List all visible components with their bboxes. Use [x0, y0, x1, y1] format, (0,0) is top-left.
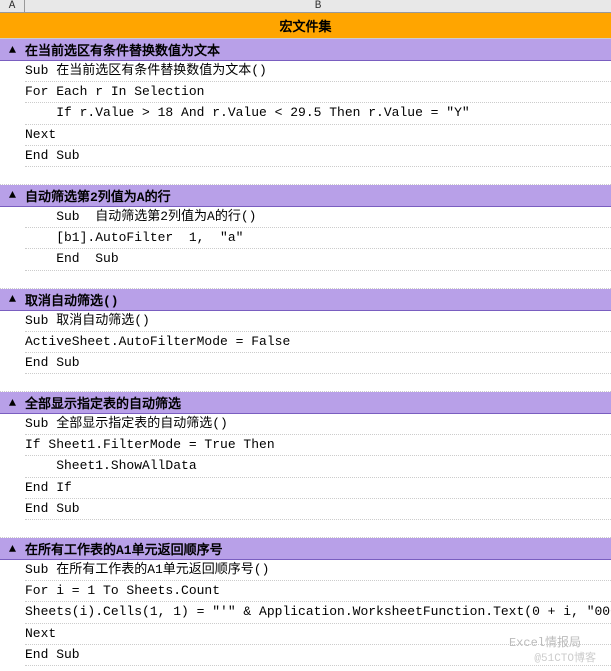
code-line[interactable]: For i = 1 To Sheets.Count [25, 581, 611, 602]
section-3: ▲ 全部显示指定表的自动筛选 Sub 全部显示指定表的自动筛选() If She… [0, 392, 611, 524]
code-block: Sub 取消自动筛选() ActiveSheet.AutoFilterMode … [0, 311, 611, 379]
section-header[interactable]: ▲ 在所有工作表的A1单元返回顺序号 [0, 538, 611, 560]
col-header-a[interactable]: A [0, 0, 25, 12]
code-line[interactable]: End Sub [25, 353, 611, 374]
attribution: @51CTO博客 [534, 649, 596, 665]
code-line[interactable]: End Sub [25, 146, 611, 167]
section-title: 取消自动筛选() [25, 290, 119, 309]
code-block: Sub 全部显示指定表的自动筛选() If Sheet1.FilterMode … [0, 414, 611, 524]
section-header[interactable]: ▲ 全部显示指定表的自动筛选 [0, 392, 611, 414]
code-line[interactable]: Sub 全部显示指定表的自动筛选() [25, 414, 611, 435]
column-headers: A B [0, 0, 611, 13]
row-gap [0, 275, 611, 289]
section-title: 在当前选区有条件替换数值为文本 [25, 40, 220, 59]
code-line[interactable]: Sub 自动筛选第2列值为A的行() [25, 207, 611, 228]
row-gap [0, 378, 611, 392]
watermark: Excel情报局 [509, 633, 581, 650]
code-line[interactable]: End If [25, 478, 611, 499]
code-block: Sub 在当前选区有条件替换数值为文本() For Each r In Sele… [0, 61, 611, 171]
code-line[interactable]: Sub 在所有工作表的A1单元返回顺序号() [25, 560, 611, 581]
section-header[interactable]: ▲ 取消自动筛选() [0, 289, 611, 311]
code-line[interactable]: Sub 在当前选区有条件替换数值为文本() [25, 61, 611, 82]
collapse-marker-icon[interactable]: ▲ [0, 396, 25, 410]
col-header-b[interactable]: B [25, 0, 611, 12]
code-line[interactable]: Next [25, 125, 611, 146]
code-line[interactable]: Sheets(i).Cells(1, 1) = "'" & Applicatio… [25, 602, 611, 623]
code-line[interactable]: For Each r In Selection [25, 82, 611, 103]
section-1: ▲ 自动筛选第2列值为A的行 Sub 自动筛选第2列值为A的行() [b1].A… [0, 185, 611, 275]
section-2: ▲ 取消自动筛选() Sub 取消自动筛选() ActiveSheet.Auto… [0, 289, 611, 379]
section-0: ▲ 在当前选区有条件替换数值为文本 Sub 在当前选区有条件替换数值为文本() … [0, 39, 611, 171]
section-header[interactable]: ▲ 自动筛选第2列值为A的行 [0, 185, 611, 207]
code-block: Sub 自动筛选第2列值为A的行() [b1].AutoFilter 1, "a… [0, 207, 611, 275]
section-header[interactable]: ▲ 在当前选区有条件替换数值为文本 [0, 39, 611, 61]
code-line[interactable]: End Sub [25, 249, 611, 270]
page-title: 宏文件集 [0, 13, 611, 39]
section-title: 全部显示指定表的自动筛选 [25, 393, 181, 412]
code-line[interactable]: If Sheet1.FilterMode = True Then [25, 435, 611, 456]
code-line[interactable]: Sheet1.ShowAllData [25, 456, 611, 477]
collapse-marker-icon[interactable]: ▲ [0, 292, 25, 306]
code-line[interactable]: If r.Value > 18 And r.Value < 29.5 Then … [25, 103, 611, 124]
row-gap [0, 171, 611, 185]
code-line[interactable]: ActiveSheet.AutoFilterMode = False [25, 332, 611, 353]
code-block: Sub 在所有工作表的A1单元返回顺序号() For i = 1 To Shee… [0, 560, 611, 670]
collapse-marker-icon[interactable]: ▲ [0, 188, 25, 202]
code-line[interactable]: Sub 取消自动筛选() [25, 311, 611, 332]
code-line[interactable]: End Sub [25, 499, 611, 520]
row-gap [0, 524, 611, 538]
section-title: 在所有工作表的A1单元返回顺序号 [25, 539, 223, 558]
collapse-marker-icon[interactable]: ▲ [0, 43, 25, 57]
section-title: 自动筛选第2列值为A的行 [25, 186, 171, 205]
code-line[interactable]: [b1].AutoFilter 1, "a" [25, 228, 611, 249]
collapse-marker-icon[interactable]: ▲ [0, 542, 25, 556]
